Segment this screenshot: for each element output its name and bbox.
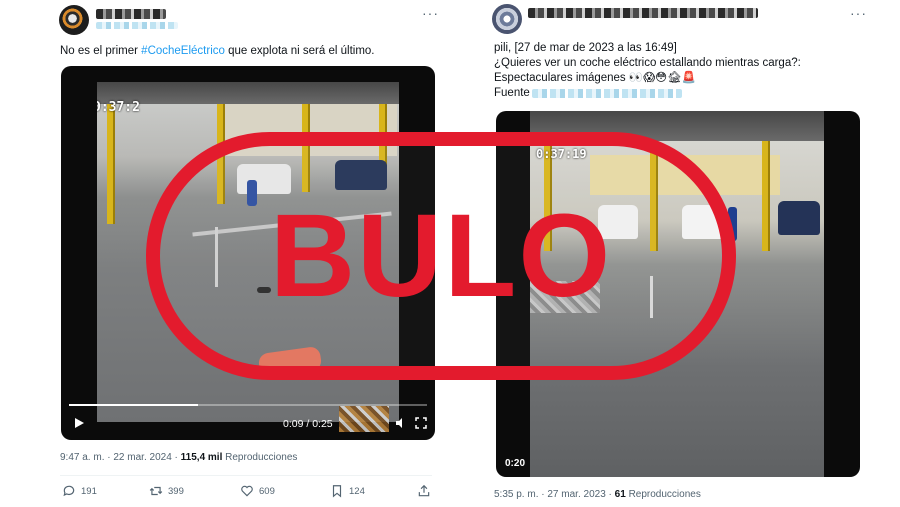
stamp-label: BULO <box>269 190 613 322</box>
tweet-date[interactable]: 27 mar. 2023 <box>547 489 605 500</box>
tweet-text: No es el primer #CocheEléctrico que expl… <box>60 44 430 59</box>
meta-separator: · <box>107 452 111 463</box>
divider <box>60 475 432 476</box>
redacted-username <box>528 8 758 18</box>
volume-icon[interactable] <box>395 417 407 432</box>
share-button[interactable] <box>417 484 431 498</box>
meta-separator: · <box>608 489 612 500</box>
redacted-username <box>96 9 166 19</box>
avatar[interactable] <box>492 4 522 34</box>
meta-separator: · <box>174 452 178 463</box>
fullscreen-icon[interactable] <box>415 417 427 432</box>
tweet-text-line: ¿Quieres ver un coche eléctrico estallan… <box>494 57 801 69</box>
blurred-watermark <box>339 406 389 432</box>
tweet-text-line: Espectaculares imágenes 👀😱😳🏚🚨 <box>494 72 697 84</box>
bookmark-icon <box>332 485 342 498</box>
play-button[interactable] <box>73 417 85 432</box>
meta-separator: · <box>541 489 545 500</box>
tweet-text-prefix: No es el primer <box>60 45 142 57</box>
redacted-source-link[interactable] <box>532 89 682 98</box>
tweet-time[interactable]: 9:47 a. m. <box>60 452 104 463</box>
heart-icon <box>241 485 253 497</box>
views-label: Reproducciones <box>628 489 701 500</box>
share-icon <box>418 484 430 497</box>
like-button[interactable]: 609 <box>240 484 275 498</box>
reply-count: 191 <box>81 485 97 497</box>
views-label: Reproducciones <box>225 452 298 463</box>
view-count: 115,4 mil <box>180 452 223 463</box>
fact-check-stamp: BULO <box>146 132 736 380</box>
repost-button[interactable]: 399 <box>149 484 184 498</box>
video-timestamp-overlay: 0:37:2 <box>97 100 140 115</box>
tweet-date[interactable]: 22 mar. 2024 <box>113 452 171 463</box>
video-duration: 0:20 <box>505 458 526 469</box>
video-time-readout: 0:09 / 0:25 <box>283 418 333 430</box>
view-count: 61 <box>614 489 626 500</box>
like-count: 609 <box>259 485 275 497</box>
more-options-icon[interactable]: ··· <box>850 5 867 21</box>
tweet-text-suffix: que explota ni será el último. <box>224 45 375 57</box>
tweet-meta: 9:47 a. m. · 22 mar. 2024 · 115,4 mil Re… <box>60 452 297 463</box>
bookmark-button[interactable]: 124 <box>330 484 365 498</box>
video-progress-fill <box>69 404 198 406</box>
bookmark-count: 124 <box>349 485 365 497</box>
tweet-text-line: pili, [27 de mar de 2023 a las 16:49] <box>494 42 677 54</box>
tweet-time[interactable]: 5:35 p. m. <box>494 489 538 500</box>
avatar[interactable] <box>59 5 89 35</box>
more-options-icon[interactable]: ··· <box>422 5 439 21</box>
repost-icon <box>149 486 163 496</box>
source-label: Fuente <box>494 87 530 99</box>
hashtag-link[interactable]: #CocheEléctrico <box>141 45 225 57</box>
redacted-handle <box>96 22 178 29</box>
repost-count: 399 <box>168 485 184 497</box>
tweet-meta: 5:35 p. m. · 27 mar. 2023 · 61 Reproducc… <box>494 489 701 500</box>
reply-icon <box>63 485 75 497</box>
reply-button[interactable]: 191 <box>62 484 97 498</box>
